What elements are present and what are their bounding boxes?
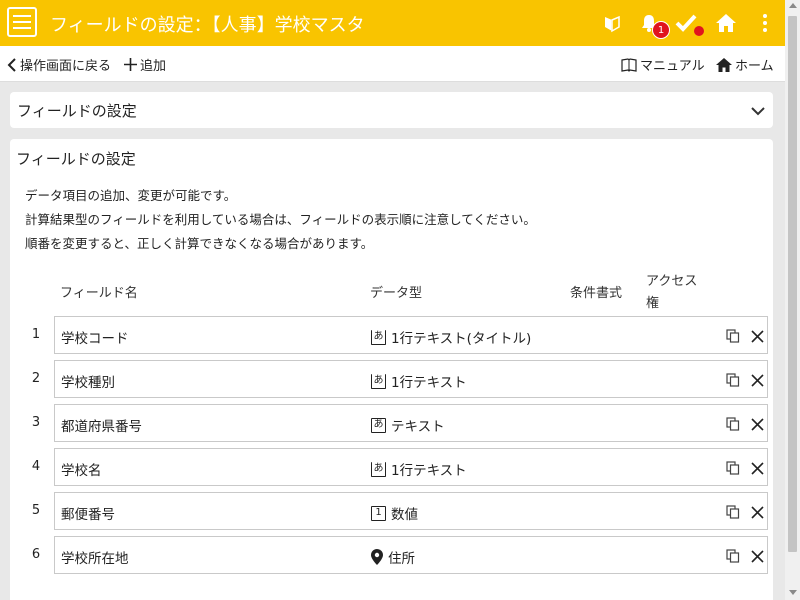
field-type-label: 1行テキスト(タイトル) — [391, 331, 532, 347]
menu-bar — [13, 21, 31, 23]
delete-icon[interactable] — [751, 328, 764, 347]
field-type-label: 住所 — [388, 551, 415, 567]
description-line: 計算結果型のフィールドを利用している場合は、フィールドの表示順に注意してください… — [25, 212, 536, 227]
add-button[interactable]: 追加 — [124, 55, 166, 74]
number-type-icon: 1 — [371, 505, 386, 521]
field-settings-panel: フィールドの設定 データ項目の追加、変更が可能です。 計算結果型のフィールドを利… — [10, 139, 773, 600]
collapsed-panel-title: フィールドの設定 — [17, 102, 137, 120]
copy-icon[interactable] — [726, 548, 740, 567]
row-number: 3 — [31, 415, 41, 430]
page-title: フィールドの設定：【人事】学校マスタ — [50, 15, 365, 36]
text-type-icon: あ — [371, 373, 386, 389]
field-type-label: 数値 — [391, 507, 418, 523]
scroll-down-arrow-icon[interactable] — [788, 590, 797, 595]
menu-bar — [13, 15, 31, 17]
field-row[interactable]: 郵便番号 1 数値 — [54, 492, 768, 530]
field-name: 都道府県番号 — [61, 419, 142, 435]
field-type-label: 1行テキスト — [391, 375, 467, 391]
field-type-label: 1行テキスト — [391, 463, 467, 479]
more-vert-icon[interactable] — [752, 10, 778, 36]
row-number: 5 — [31, 503, 41, 518]
row-number: 6 — [31, 547, 41, 562]
description-line: 順番を変更すると、正しく計算できなくなる場合があります。 — [25, 236, 374, 251]
add-label: 追加 — [140, 59, 167, 74]
manual-link[interactable]: マニュアル — [621, 55, 705, 74]
text-type-icon: あ — [371, 329, 386, 345]
chevron-down-icon[interactable] — [751, 101, 765, 120]
row-number: 4 — [31, 459, 41, 474]
panel-title: フィールドの設定 — [16, 150, 136, 168]
back-button[interactable]: 操作画面に戻る — [7, 55, 111, 74]
book-icon — [621, 57, 637, 72]
row-number: 2 — [31, 371, 41, 386]
field-type: あ 1行テキスト(タイトル) — [371, 327, 531, 347]
beginner-icon[interactable] — [599, 10, 625, 36]
field-name: 学校名 — [61, 463, 102, 479]
copy-icon[interactable] — [726, 504, 740, 523]
hamburger-menu-button[interactable] — [7, 7, 37, 37]
delete-icon[interactable] — [751, 548, 764, 567]
copy-icon[interactable] — [726, 416, 740, 435]
column-header-conditional-format: 条件書式 — [570, 286, 623, 301]
description-line: データ項目の追加、変更が可能です。 — [25, 188, 237, 203]
field-type: あテキスト — [371, 415, 445, 435]
toolbar: 操作画面に戻る 追加 マニュアル ホーム — [0, 46, 785, 82]
field-type: あ 1行テキスト — [371, 371, 467, 391]
chevron-left-icon — [7, 57, 16, 72]
field-type: 住所 — [371, 547, 415, 567]
delete-icon[interactable] — [751, 460, 764, 479]
location-pin-icon — [371, 549, 383, 565]
copy-icon[interactable] — [726, 460, 740, 479]
field-row[interactable]: 学校コード あ 1行テキスト(タイトル) — [54, 316, 768, 354]
manual-label: マニュアル — [640, 59, 705, 74]
field-type-label: テキスト — [391, 419, 445, 435]
scrollbar-thumb[interactable] — [788, 16, 797, 552]
scroll-up-arrow-icon[interactable] — [788, 3, 797, 8]
text-type-icon: あ — [371, 461, 386, 477]
column-header-type: データ型 — [370, 286, 423, 301]
field-name: 学校所在地 — [61, 551, 129, 567]
delete-icon[interactable] — [751, 504, 764, 523]
plus-icon — [124, 58, 137, 71]
home-icon — [716, 57, 732, 72]
field-row[interactable]: 学校名 あ 1行テキスト — [54, 448, 768, 486]
task-alert-dot — [694, 26, 704, 36]
field-name: 学校種別 — [61, 375, 115, 391]
menu-bar — [13, 27, 31, 29]
column-header-access-line2: 権 — [646, 296, 660, 311]
field-type: あ 1行テキスト — [371, 459, 467, 479]
row-number: 1 — [31, 327, 41, 342]
back-label: 操作画面に戻る — [20, 59, 112, 74]
delete-icon[interactable] — [751, 372, 764, 391]
field-name: 郵便番号 — [61, 507, 115, 523]
column-header-access-line1: アクセス — [646, 274, 698, 289]
home-label: ホーム — [735, 59, 774, 74]
field-name: 学校コード — [61, 331, 129, 347]
field-row[interactable]: 学校所在地 住所 — [54, 536, 768, 574]
field-type: 1 数値 — [371, 503, 418, 523]
notification-badge: 1 — [652, 21, 670, 39]
field-row[interactable]: 学校種別 あ 1行テキスト — [54, 360, 768, 398]
copy-icon[interactable] — [726, 372, 740, 391]
copy-icon[interactable] — [726, 328, 740, 347]
collapsed-panel-header[interactable]: フィールドの設定 — [10, 92, 773, 128]
app-header: フィールドの設定：【人事】学校マスタ 1 — [0, 0, 785, 46]
home-link[interactable]: ホーム — [716, 55, 774, 74]
field-row[interactable]: 都道府県番号 あテキスト — [54, 404, 768, 442]
column-header-name: フィールド名 — [60, 286, 138, 301]
text-type-icon: あ — [371, 417, 386, 433]
home-icon[interactable] — [713, 10, 739, 36]
delete-icon[interactable] — [751, 416, 764, 435]
